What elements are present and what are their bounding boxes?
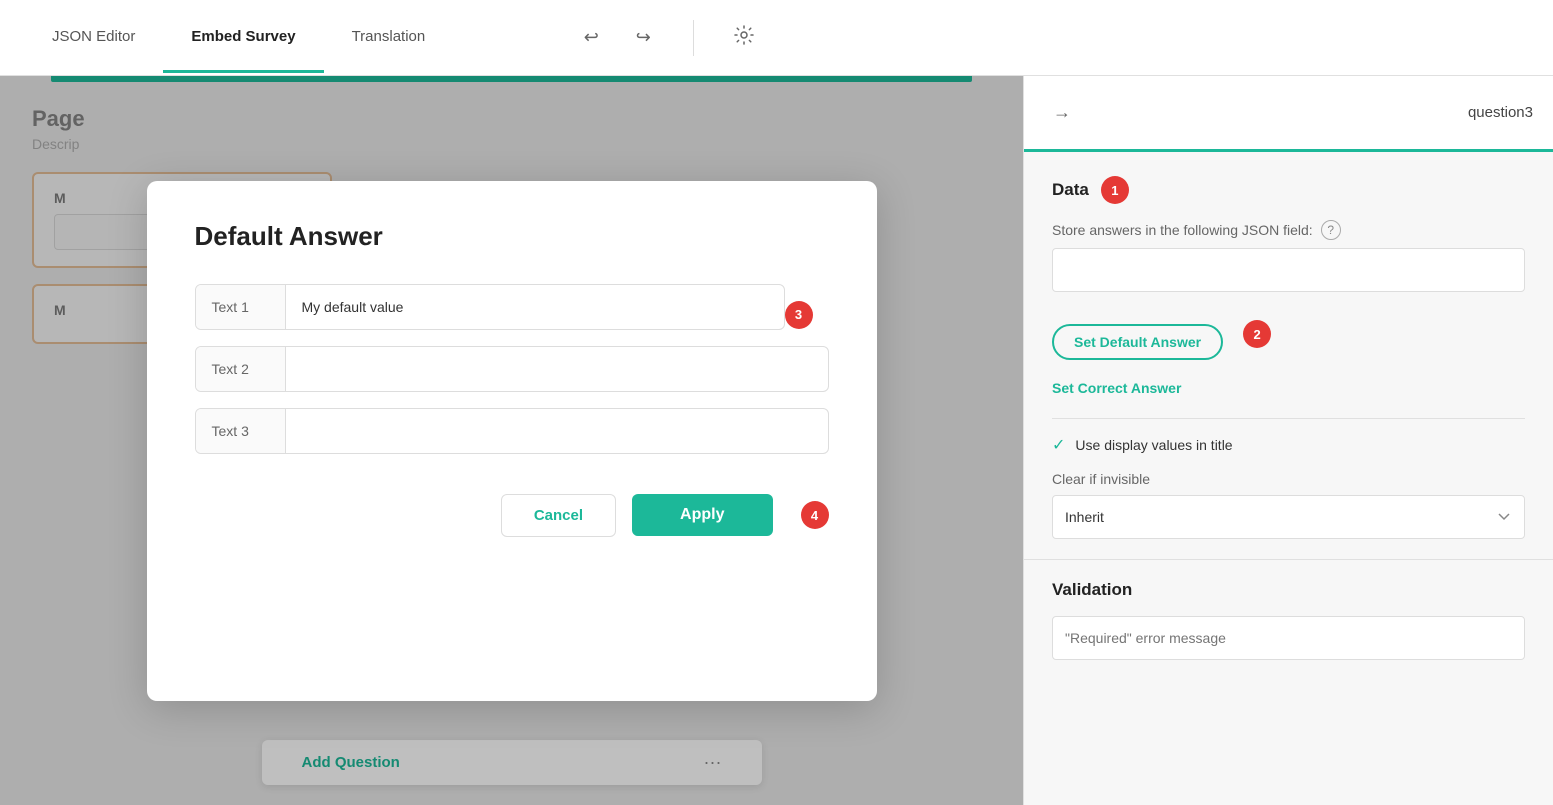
text-1-input[interactable] — [286, 285, 784, 329]
modal-overlay: Default Answer Text 1 3 Text 2 Text 3 — [0, 76, 1023, 805]
toolbar-divider — [693, 20, 694, 56]
required-error-input[interactable] — [1052, 616, 1525, 660]
json-editor-label: JSON Editor — [52, 28, 135, 45]
text-3-label: Text 3 — [196, 409, 286, 453]
help-icon[interactable]: ? — [1321, 220, 1341, 240]
main-area: Page Descrip M M Default Answer Text 1 — [0, 76, 1553, 805]
settings-icon — [733, 24, 755, 51]
tab-embed-survey[interactable]: Embed Survey — [163, 0, 323, 76]
undo-button[interactable]: ↩ — [573, 20, 609, 56]
text-2-label: Text 2 — [196, 347, 286, 391]
set-correct-answer-link[interactable]: Set Correct Answer — [1052, 380, 1181, 396]
cancel-button[interactable]: Cancel — [501, 494, 616, 537]
toolbar-left: JSON Editor Embed Survey Translation ↩ ↪ — [24, 0, 1529, 76]
use-display-values-row: ✓ Use display values in title — [1052, 435, 1525, 455]
set-default-answer-button[interactable]: Set Default Answer — [1052, 324, 1223, 360]
json-field-input[interactable] — [1052, 248, 1525, 292]
text-1-label: Text 1 — [196, 285, 286, 329]
translation-label: Translation — [352, 28, 426, 45]
right-panel-header: → question3 — [1024, 76, 1553, 152]
embed-survey-label: Embed Survey — [191, 28, 295, 45]
badge-3: 3 — [785, 301, 813, 329]
redo-button[interactable]: ↪ — [625, 20, 661, 56]
validation-section: Validation — [1024, 559, 1553, 680]
text-3-input[interactable] — [286, 409, 828, 453]
toolbar-action-icons: ↩ ↪ — [573, 20, 762, 56]
set-default-badge: 2 — [1243, 320, 1271, 348]
tab-json-editor[interactable]: JSON Editor — [24, 0, 163, 76]
undo-icon: ↩ — [584, 27, 599, 48]
collapse-icon: → — [1053, 102, 1071, 123]
tab-translation[interactable]: Translation — [324, 0, 454, 76]
checkmark-icon: ✓ — [1052, 435, 1065, 455]
inherit-select[interactable]: Inherit True False — [1052, 495, 1525, 539]
text-2-input[interactable] — [286, 347, 828, 391]
collapse-panel-button[interactable]: → — [1044, 95, 1080, 131]
json-field-label: Store answers in the following JSON fiel… — [1052, 220, 1525, 240]
text-row-1: Text 1 — [195, 284, 785, 330]
right-panel-question-title: question3 — [1468, 104, 1533, 121]
use-display-values-label: Use display values in title — [1075, 437, 1232, 453]
modal-footer: Cancel Apply 4 — [195, 494, 829, 537]
toolbar: JSON Editor Embed Survey Translation ↩ ↪ — [0, 0, 1553, 76]
redo-icon: ↪ — [636, 27, 651, 48]
canvas-panel: Page Descrip M M Default Answer Text 1 — [0, 76, 1023, 805]
apply-button[interactable]: Apply — [632, 494, 772, 536]
text-row-3: Text 3 — [195, 408, 829, 454]
data-badge: 1 — [1101, 176, 1129, 204]
right-panel: → question3 Data 1 Store answers in the … — [1023, 76, 1553, 805]
text-row-1-container: Text 1 3 — [195, 284, 829, 346]
set-default-row: Set Default Answer 2 — [1052, 308, 1525, 360]
data-section-title: Data 1 — [1052, 176, 1525, 204]
section-divider — [1052, 418, 1525, 419]
text-row-2: Text 2 — [195, 346, 829, 392]
settings-button[interactable] — [726, 20, 762, 56]
inherit-select-container: Inherit True False — [1052, 495, 1525, 539]
data-section: Data 1 Store answers in the following JS… — [1024, 152, 1553, 559]
badge-4: 4 — [801, 501, 829, 529]
clear-invisible-label: Clear if invisible — [1052, 471, 1525, 487]
default-answer-modal: Default Answer Text 1 3 Text 2 Text 3 — [147, 181, 877, 701]
active-tab-underline — [163, 70, 323, 73]
validation-title: Validation — [1052, 580, 1525, 600]
modal-title: Default Answer — [195, 221, 829, 252]
